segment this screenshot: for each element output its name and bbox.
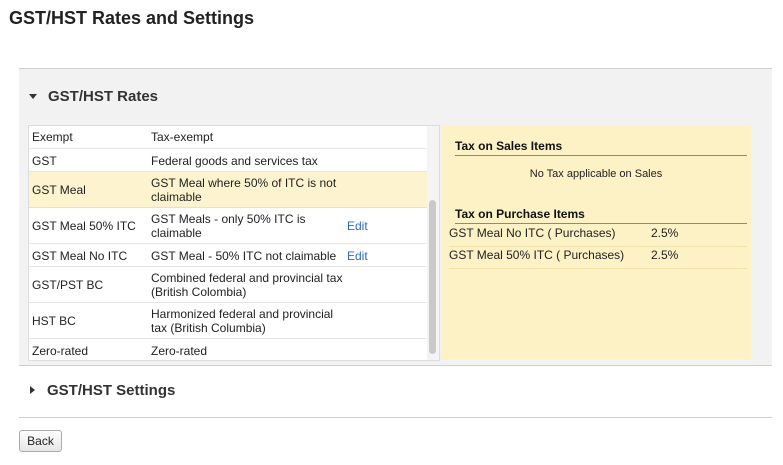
rate-code: GST/PST BC bbox=[32, 278, 104, 292]
rate-code: Exempt bbox=[32, 130, 73, 144]
rate-code: GST Meal No ITC bbox=[32, 249, 128, 263]
rate-code: HST BC bbox=[32, 314, 76, 328]
tax-summary-panel: Tax on Sales Items No Tax applicable on … bbox=[441, 125, 751, 359]
purchase-tax-row: GST Meal No ITC ( Purchases) 2.5% bbox=[449, 226, 747, 247]
rate-row[interactable]: GST Meal 50% ITC GST Meals - only 50% IT… bbox=[29, 208, 427, 244]
rate-row[interactable]: Exempt Tax-exempt bbox=[29, 126, 427, 149]
scrollbar-thumb[interactable] bbox=[429, 200, 436, 354]
rate-code: GST bbox=[32, 154, 57, 168]
back-button[interactable]: Back bbox=[19, 430, 62, 452]
rate-row[interactable]: GST Meal No ITC GST Meal - 50% ITC not c… bbox=[29, 244, 427, 267]
rate-code: Zero-rated bbox=[32, 344, 89, 358]
sales-heading: Tax on Sales Items bbox=[455, 139, 747, 156]
rate-description: Tax-exempt bbox=[151, 130, 214, 144]
collapsed-triangle-icon bbox=[30, 386, 35, 394]
rate-description: Zero-rated bbox=[151, 344, 208, 358]
rate-row[interactable]: Zero-rated Zero-rated bbox=[29, 339, 427, 360]
purchase-tax-name: GST Meal 50% ITC ( Purchases) bbox=[449, 248, 625, 262]
rates-list[interactable]: Exempt Tax-exempt GST Federal goods and … bbox=[28, 125, 440, 361]
rate-code: GST Meal bbox=[32, 183, 86, 197]
rate-row-selected[interactable]: GST Meal GST Meal where 50% of ITC is no… bbox=[29, 172, 427, 208]
purchase-tax-rate: 2.5% bbox=[651, 226, 679, 240]
rate-row[interactable]: HST BC Harmonized federal and provincial… bbox=[29, 303, 427, 339]
rates-panel: GST/HST Rates Exempt Tax-exempt GST Fede… bbox=[19, 68, 772, 366]
settings-section-header[interactable]: GST/HST Settings bbox=[19, 378, 175, 402]
edit-link[interactable]: Edit bbox=[347, 219, 368, 233]
divider bbox=[19, 417, 772, 418]
purchase-heading: Tax on Purchase Items bbox=[455, 207, 747, 224]
rate-description: GST Meal where 50% of ITC is not claimab… bbox=[151, 176, 337, 204]
edit-link[interactable]: Edit bbox=[347, 249, 368, 263]
purchase-tax-rate: 2.5% bbox=[651, 248, 679, 262]
rate-description: Federal goods and services tax bbox=[151, 154, 318, 168]
rate-description: GST Meal - 50% ITC not claimable bbox=[151, 249, 337, 263]
rate-description: Combined federal and provincial tax (Bri… bbox=[151, 271, 343, 299]
purchase-tax-row: GST Meal 50% ITC ( Purchases) 2.5% bbox=[449, 248, 747, 269]
rate-description: Harmonized federal and provincial tax (B… bbox=[151, 307, 334, 335]
rates-scrollbar[interactable] bbox=[427, 126, 439, 360]
rate-code: GST Meal 50% ITC bbox=[32, 219, 136, 233]
settings-section-title: GST/HST Settings bbox=[47, 381, 176, 399]
rates-section-header[interactable]: GST/HST Rates bbox=[19, 84, 158, 108]
expanded-triangle-icon bbox=[29, 93, 37, 99]
rate-description: GST Meals - only 50% ITC is claimable bbox=[151, 212, 306, 240]
rate-row[interactable]: GST/PST BC Combined federal and provinci… bbox=[29, 267, 427, 303]
no-sales-tax-message: No Tax applicable on Sales bbox=[529, 168, 663, 180]
purchase-tax-name: GST Meal No ITC ( Purchases) bbox=[449, 226, 616, 240]
page-title: GST/HST Rates and Settings bbox=[9, 8, 255, 28]
rates-section-title: GST/HST Rates bbox=[48, 87, 159, 105]
rate-row[interactable]: GST Federal goods and services tax bbox=[29, 149, 427, 172]
